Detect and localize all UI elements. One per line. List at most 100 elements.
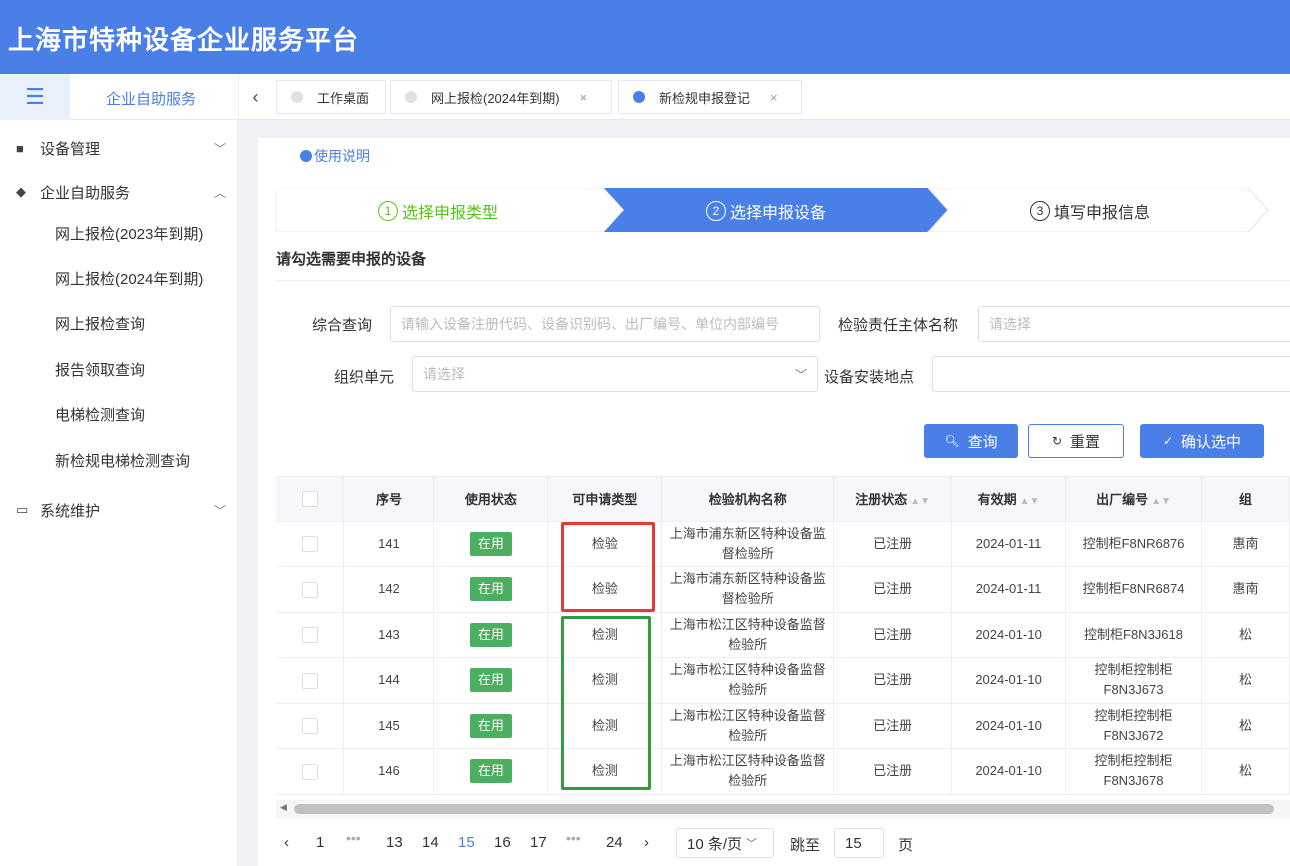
- col-header-serial[interactable]: 出厂编号 ▲▼: [1065, 477, 1202, 522]
- tab-new-registration[interactable]: 新检规申报登记 ×: [618, 80, 802, 114]
- row-checkbox[interactable]: [301, 763, 318, 780]
- sidebar-group-label: 企业自助服务: [40, 184, 131, 202]
- page-link[interactable]: 17: [530, 834, 547, 851]
- select-all-cell: [276, 477, 345, 522]
- step-2: 2 选择申报设备: [706, 199, 826, 223]
- tab-report-2024[interactable]: 网上报检(2024年到期) ×: [390, 80, 612, 114]
- sidebar-item-report-2023[interactable]: 网上报检(2023年到期): [0, 213, 238, 253]
- tab-dot-icon: [633, 91, 645, 103]
- cell-reg: 已注册: [833, 521, 953, 567]
- sidebar-group-system[interactable]: ▭ 系统维护 ﹀: [0, 490, 238, 530]
- inspector-label: 检验责任主体名称: [838, 317, 959, 334]
- search-icon: 🔍︎: [944, 434, 960, 448]
- sidebar-group-device-management[interactable]: ■ 设备管理 ﹀: [0, 128, 238, 168]
- step-1: 1 选择申报类型: [378, 199, 498, 223]
- sort-icon: ▲▼: [1151, 496, 1171, 508]
- cell-extra: 松: [1201, 748, 1290, 795]
- cell-extra: 松: [1201, 657, 1290, 704]
- table-row[interactable]: 142 在用 检验 上海市浦东新区特种设备监督检验所 已注册 2024-01-1…: [276, 566, 1290, 613]
- reset-button[interactable]: ↻ 重置: [1028, 424, 1124, 458]
- status-badge: 在用: [469, 668, 512, 693]
- confirm-selection-button[interactable]: ✓ 确认选中: [1140, 424, 1264, 458]
- cell-status: 在用: [433, 748, 549, 795]
- scrollbar-thumb[interactable]: [294, 804, 1274, 814]
- pagination-prev-icon[interactable]: ‹: [284, 834, 289, 851]
- table-horizontal-scrollbar[interactable]: ◀: [276, 800, 1290, 818]
- table-row[interactable]: 141 在用 检验 上海市浦东新区特种设备监督检验所 已注册 2024-01-1…: [276, 521, 1290, 567]
- tab-bar: ☰ 企业自助服务 ‹ 工作桌面 网上报检(2024年到期) × 新检规申报登记 …: [0, 74, 1290, 120]
- page-link[interactable]: 16: [494, 834, 511, 851]
- col-header-status: 使用状态: [433, 477, 549, 522]
- cell-reg: 已注册: [833, 748, 953, 795]
- device-table: 序号 使用状态 可申请类型 检验机构名称 注册状态 ▲▼ 有效期 ▲▼ 出厂编号 ▲▼…: [276, 476, 1290, 800]
- table-row[interactable]: 145 在用 检测 上海市松江区特种设备监督检验所 已注册 2024-01-10…: [276, 703, 1290, 749]
- cell-reg: 已注册: [833, 657, 953, 704]
- jump-page-input[interactable]: 15: [834, 828, 884, 858]
- row-select-cell: [276, 657, 345, 704]
- page-link[interactable]: 13: [386, 834, 403, 851]
- cell-valid: 2024-01-10: [951, 657, 1067, 704]
- page-link[interactable]: 24: [606, 834, 623, 851]
- search-button[interactable]: 🔍︎ 查询: [924, 424, 1018, 458]
- col-header-no: 序号: [343, 477, 435, 522]
- cell-status: 在用: [433, 612, 549, 658]
- sidebar-group-label: 系统维护: [40, 502, 101, 520]
- table-row[interactable]: 146 在用 检测 上海市松江区特种设备监督检验所 已注册 2024-01-10…: [276, 748, 1290, 795]
- location-input[interactable]: [932, 356, 1290, 392]
- device-table-grid: 序号 使用状态 可申请类型 检验机构名称 注册状态 ▲▼ 有效期 ▲▼ 出厂编号 ▲▼…: [276, 477, 1290, 795]
- col-header-reg[interactable]: 注册状态 ▲▼: [833, 477, 953, 522]
- main-panel: 使用说明 1 选择申报类型 2 选择申报设备 3 填写申报信息 请勾选需要申报的…: [258, 138, 1290, 866]
- row-checkbox[interactable]: [301, 581, 318, 598]
- scroll-left-icon[interactable]: ◀: [280, 802, 287, 813]
- page-link[interactable]: 1: [316, 834, 324, 851]
- status-badge: 在用: [469, 531, 512, 556]
- cell-valid: 2024-01-11: [951, 521, 1067, 567]
- table-row[interactable]: 144 在用 检测 上海市松江区特种设备监督检验所 已注册 2024-01-10…: [276, 657, 1290, 704]
- tab-workbench[interactable]: 工作桌面: [276, 80, 386, 114]
- page-link[interactable]: 14: [422, 834, 439, 851]
- close-icon[interactable]: ×: [580, 90, 588, 105]
- sidebar-item-report-2024[interactable]: 网上报检(2024年到期): [0, 258, 238, 298]
- row-select-cell: [276, 612, 345, 658]
- sidebar-item-new-elevator-test[interactable]: 新检规电梯检测查询: [0, 440, 238, 480]
- sidebar-group-label: 设备管理: [40, 140, 101, 158]
- briefcase-icon: ■: [16, 140, 24, 156]
- tabs-scroll-left-icon[interactable]: ‹: [238, 74, 272, 120]
- sidebar-item-elevator-test[interactable]: 电梯检测查询: [0, 394, 238, 434]
- col-header-valid[interactable]: 有效期 ▲▼: [951, 477, 1067, 522]
- org-label: 组织单元: [334, 369, 395, 386]
- app-header: 上海市特种设备企业服务平台: [0, 0, 1290, 74]
- page-size-select[interactable]: 10 条/页 ﹀: [676, 828, 774, 858]
- inspector-select[interactable]: 请选择: [978, 306, 1290, 342]
- page-ellipsis[interactable]: •••: [566, 830, 581, 846]
- tab-dot-icon: [405, 91, 417, 103]
- row-checkbox[interactable]: [301, 718, 318, 735]
- search-input[interactable]: 请输入设备注册代码、设备识别码、出厂编号、单位内部编号: [390, 306, 820, 342]
- cell-serial: 控制柜F8NR6874: [1065, 566, 1202, 613]
- row-checkbox[interactable]: [301, 672, 318, 689]
- page-link-current[interactable]: 15: [458, 834, 475, 851]
- sidebar-group-self-service[interactable]: ◆ 企业自助服务 ︿: [0, 172, 238, 212]
- row-checkbox[interactable]: [301, 536, 318, 553]
- cell-status: 在用: [433, 657, 549, 704]
- help-link[interactable]: 使用说明: [300, 146, 370, 166]
- step-3: 3 填写申报信息: [1030, 199, 1150, 223]
- org-select[interactable]: 请选择 ﹀: [412, 356, 818, 392]
- pagination-next-icon[interactable]: ›: [644, 834, 649, 851]
- close-icon[interactable]: ×: [770, 90, 778, 105]
- location-label: 设备安装地点: [824, 369, 915, 386]
- sidebar-item-report-query[interactable]: 网上报检查询: [0, 303, 238, 343]
- jump-label: 跳至: [790, 837, 821, 854]
- cube-icon: ◆: [16, 184, 26, 199]
- table-row[interactable]: 143 在用 检测 上海市松江区特种设备监督检验所 已注册 2024-01-10…: [276, 612, 1290, 658]
- query-label: 综合查询: [312, 317, 373, 334]
- select-all-checkbox[interactable]: [301, 491, 318, 508]
- row-checkbox[interactable]: [301, 627, 318, 644]
- step-indicator: 1 选择申报类型 2 选择申报设备 3 填写申报信息: [276, 188, 1290, 232]
- cell-serial: 控制柜F8NR6876: [1065, 521, 1202, 567]
- menu-toggle-icon[interactable]: ☰: [0, 74, 70, 120]
- page-ellipsis[interactable]: •••: [346, 830, 361, 846]
- tab-label: 新检规申报登记: [659, 90, 751, 106]
- sidebar-item-report-collect[interactable]: 报告领取查询: [0, 349, 238, 389]
- cell-serial: 控制柜F8N3J618: [1065, 612, 1202, 658]
